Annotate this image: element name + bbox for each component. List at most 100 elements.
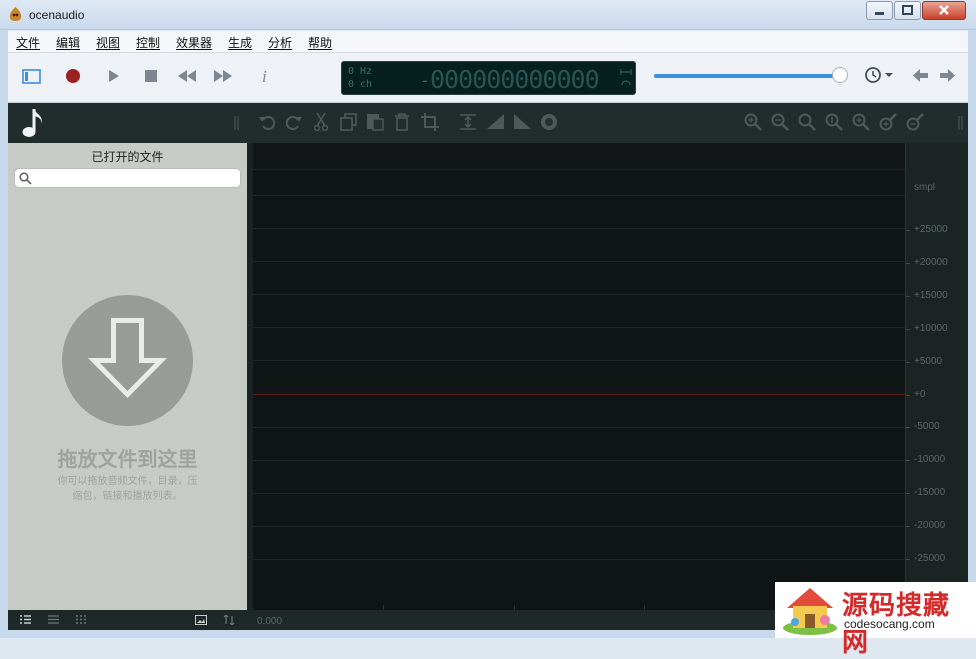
effects-dial-icon[interactable] xyxy=(540,113,558,131)
menu-analyze[interactable]: 分析 xyxy=(268,34,292,51)
scale-label: +20000 xyxy=(914,257,948,268)
menu-edit[interactable]: 编辑 xyxy=(56,34,80,51)
menu-effects[interactable]: 效果器 xyxy=(176,34,212,51)
scale-label: -10000 xyxy=(914,454,946,465)
grip-right-icon[interactable] xyxy=(958,116,964,130)
drop-hint-line1: 你可以拖放音频文件，目录，压 xyxy=(57,476,198,487)
scale-unit: smpl xyxy=(914,182,936,193)
scale-label: -5000 xyxy=(914,421,940,432)
compact-list-icon[interactable] xyxy=(48,615,59,624)
volume-slider-track[interactable] xyxy=(654,74,840,78)
stop-icon[interactable] xyxy=(145,70,157,82)
info-icon[interactable]: i xyxy=(260,67,270,85)
drop-title: 拖放文件到这里 xyxy=(57,449,198,471)
cut-icon[interactable] xyxy=(314,113,328,131)
time-display: 0 Hz 0 ch - 000000000000 xyxy=(341,61,636,95)
scale-tick xyxy=(906,559,910,560)
redo-icon[interactable] xyxy=(286,114,302,130)
grid-line xyxy=(253,460,905,461)
menu-file[interactable]: 文件 xyxy=(16,34,40,51)
fast-forward-icon[interactable] xyxy=(214,70,232,82)
menu-help[interactable]: 帮助 xyxy=(308,34,332,51)
time-readout: 000000000000 xyxy=(430,65,600,94)
transport-toolbar: i 0 Hz 0 ch - 000000000000 xyxy=(8,53,968,103)
scale-tick xyxy=(906,460,910,461)
record-icon[interactable] xyxy=(65,68,81,84)
scale-tick xyxy=(906,427,910,428)
vertical-zoom-in-icon[interactable] xyxy=(879,113,897,131)
search-input[interactable] xyxy=(14,168,241,188)
grid-line xyxy=(253,427,905,428)
undo-icon[interactable] xyxy=(259,114,275,130)
scale-label: -15000 xyxy=(914,487,946,498)
scale-tick xyxy=(906,395,910,396)
minimize-button[interactable] xyxy=(866,1,893,20)
grid-view-icon[interactable] xyxy=(76,615,87,624)
zoom-vertical-in-icon[interactable] xyxy=(852,113,870,131)
menu-view[interactable]: 视图 xyxy=(96,34,120,51)
grid-line xyxy=(253,559,905,560)
history-icon[interactable] xyxy=(864,66,894,84)
watermark-url: codesocang.com xyxy=(844,617,935,631)
app-icon xyxy=(9,7,22,21)
menu-generate[interactable]: 生成 xyxy=(228,34,252,51)
window-frame-left xyxy=(0,30,8,638)
workspace: 已打开的文件 拖放文件到这里 你可以拖放音频文件，目录，压 缩包，链接和播放列表… xyxy=(8,103,968,630)
crop-icon[interactable] xyxy=(421,113,439,131)
scale-label: +15000 xyxy=(914,290,948,301)
volume-slider-thumb[interactable] xyxy=(832,67,848,83)
search-icon xyxy=(19,172,32,185)
normalize-icon[interactable] xyxy=(460,114,476,130)
scale-label: +25000 xyxy=(914,224,948,235)
fade-out-icon[interactable] xyxy=(514,114,531,129)
opened-files-title: 已打开的文件 xyxy=(91,150,164,164)
waveform-overview xyxy=(253,143,905,170)
image-icon[interactable] xyxy=(195,615,207,625)
grid-line xyxy=(253,327,905,328)
music-note-icon[interactable] xyxy=(19,107,47,141)
edit-toolbar xyxy=(8,103,968,143)
time-sign: - xyxy=(420,71,430,90)
fade-in-icon[interactable] xyxy=(487,114,504,129)
grid-line xyxy=(253,294,905,295)
opened-files-panel[interactable]: 已打开的文件 拖放文件到这里 你可以拖放音频文件，目录，压 缩包，链接和播放列表… xyxy=(8,143,247,610)
grip-icon[interactable] xyxy=(234,116,240,130)
sort-icon[interactable] xyxy=(223,615,235,625)
svg-text:i: i xyxy=(262,67,267,85)
grid-line xyxy=(253,493,905,494)
grid-line xyxy=(253,228,905,229)
vertical-zoom-out-icon[interactable] xyxy=(906,113,924,131)
zoom-in-icon[interactable] xyxy=(744,113,762,131)
grid-line xyxy=(253,360,905,361)
grid-line xyxy=(253,526,905,527)
scale-tick xyxy=(906,230,910,231)
drop-hint: 你可以拖放音频文件，目录，压 缩包，链接和播放列表。 xyxy=(48,474,207,504)
menu-control[interactable]: 控制 xyxy=(136,34,160,51)
copy-icon[interactable] xyxy=(340,113,358,131)
scale-tick xyxy=(906,329,910,330)
waveform-area[interactable] xyxy=(253,143,905,610)
back-arrow-icon[interactable] xyxy=(913,69,928,82)
scale-label: +10000 xyxy=(914,323,948,334)
forward-arrow-icon[interactable] xyxy=(940,69,955,82)
scale-tick xyxy=(906,296,910,297)
channels-readout: 0 ch xyxy=(348,79,373,90)
paste-icon[interactable] xyxy=(366,113,384,131)
app-window: ocenaudio 文件 编辑 视图 控制 效果器 生成 分析 帮助 i 0 H… xyxy=(0,0,976,657)
maximize-button[interactable] xyxy=(894,1,921,20)
zero-line xyxy=(253,394,905,395)
list-view-icon[interactable] xyxy=(20,615,31,624)
rewind-icon[interactable] xyxy=(178,70,196,82)
play-icon[interactable] xyxy=(108,69,120,83)
sidebar-toggle-icon[interactable] xyxy=(22,69,41,84)
scale-tick xyxy=(906,263,910,264)
delete-icon[interactable] xyxy=(394,113,410,131)
close-button[interactable] xyxy=(922,1,966,20)
zoom-out-icon[interactable] xyxy=(771,113,789,131)
grid-line xyxy=(253,195,905,196)
zoom-selection-icon[interactable] xyxy=(798,113,816,131)
scale-label: -25000 xyxy=(914,553,946,564)
window-frame-right xyxy=(968,30,976,638)
scale-label: +5000 xyxy=(914,356,943,367)
zoom-fit-icon[interactable] xyxy=(825,113,843,131)
